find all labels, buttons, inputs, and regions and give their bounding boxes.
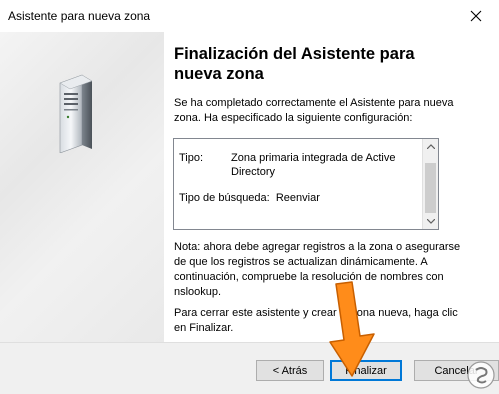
server-icon xyxy=(59,74,93,153)
button-bar: < Atrás Finalizar Cancelar xyxy=(0,342,499,394)
summary-lookup-value: Reenviar xyxy=(275,192,320,204)
back-button[interactable]: < Atrás xyxy=(256,360,324,381)
wizard-window: Asistente para nueva zona Finalización d… xyxy=(0,0,499,394)
summary-lookup-label: Tipo de búsqueda: xyxy=(179,192,270,204)
page-title: Finalización del Asistente para nueva zo… xyxy=(174,44,474,84)
page-title-line2: nueva zona xyxy=(174,65,264,83)
scroll-up-button[interactable] xyxy=(423,139,438,154)
summary-type-row: Tipo: Zona primaria integrada de Active … xyxy=(179,151,419,179)
logo-watermark xyxy=(467,361,495,389)
summary-scrollbar[interactable] xyxy=(422,139,438,229)
intro-text: Se ha completado correctamente el Asiste… xyxy=(174,97,454,124)
title-bar: Asistente para nueva zona xyxy=(0,0,499,32)
close-icon xyxy=(470,10,482,22)
summary-content: Tipo: Zona primaria integrada de Active … xyxy=(179,151,419,205)
close-button[interactable] xyxy=(453,0,499,32)
chevron-down-icon xyxy=(426,219,435,224)
scroll-thumb[interactable] xyxy=(425,163,436,213)
closing-text: Para cerrar este asistente y crear la zo… xyxy=(174,307,458,334)
window-title: Asistente para nueva zona xyxy=(8,9,151,23)
wizard-side-panel xyxy=(0,32,164,342)
chevron-up-icon xyxy=(426,144,435,149)
summary-lookup-row: Tipo de búsqueda: Reenviar xyxy=(179,191,419,205)
scroll-down-button[interactable] xyxy=(423,214,438,229)
page-title-line1: Finalización del Asistente para xyxy=(174,45,415,63)
note-text: Nota: ahora debe agregar registros a la … xyxy=(174,241,461,298)
configuration-summary[interactable]: Tipo: Zona primaria integrada de Active … xyxy=(173,138,439,230)
orange-arrow xyxy=(329,281,375,377)
summary-type-value: Zona primaria integrada de Active Direct… xyxy=(231,152,396,178)
summary-type-label: Tipo: xyxy=(179,152,204,164)
